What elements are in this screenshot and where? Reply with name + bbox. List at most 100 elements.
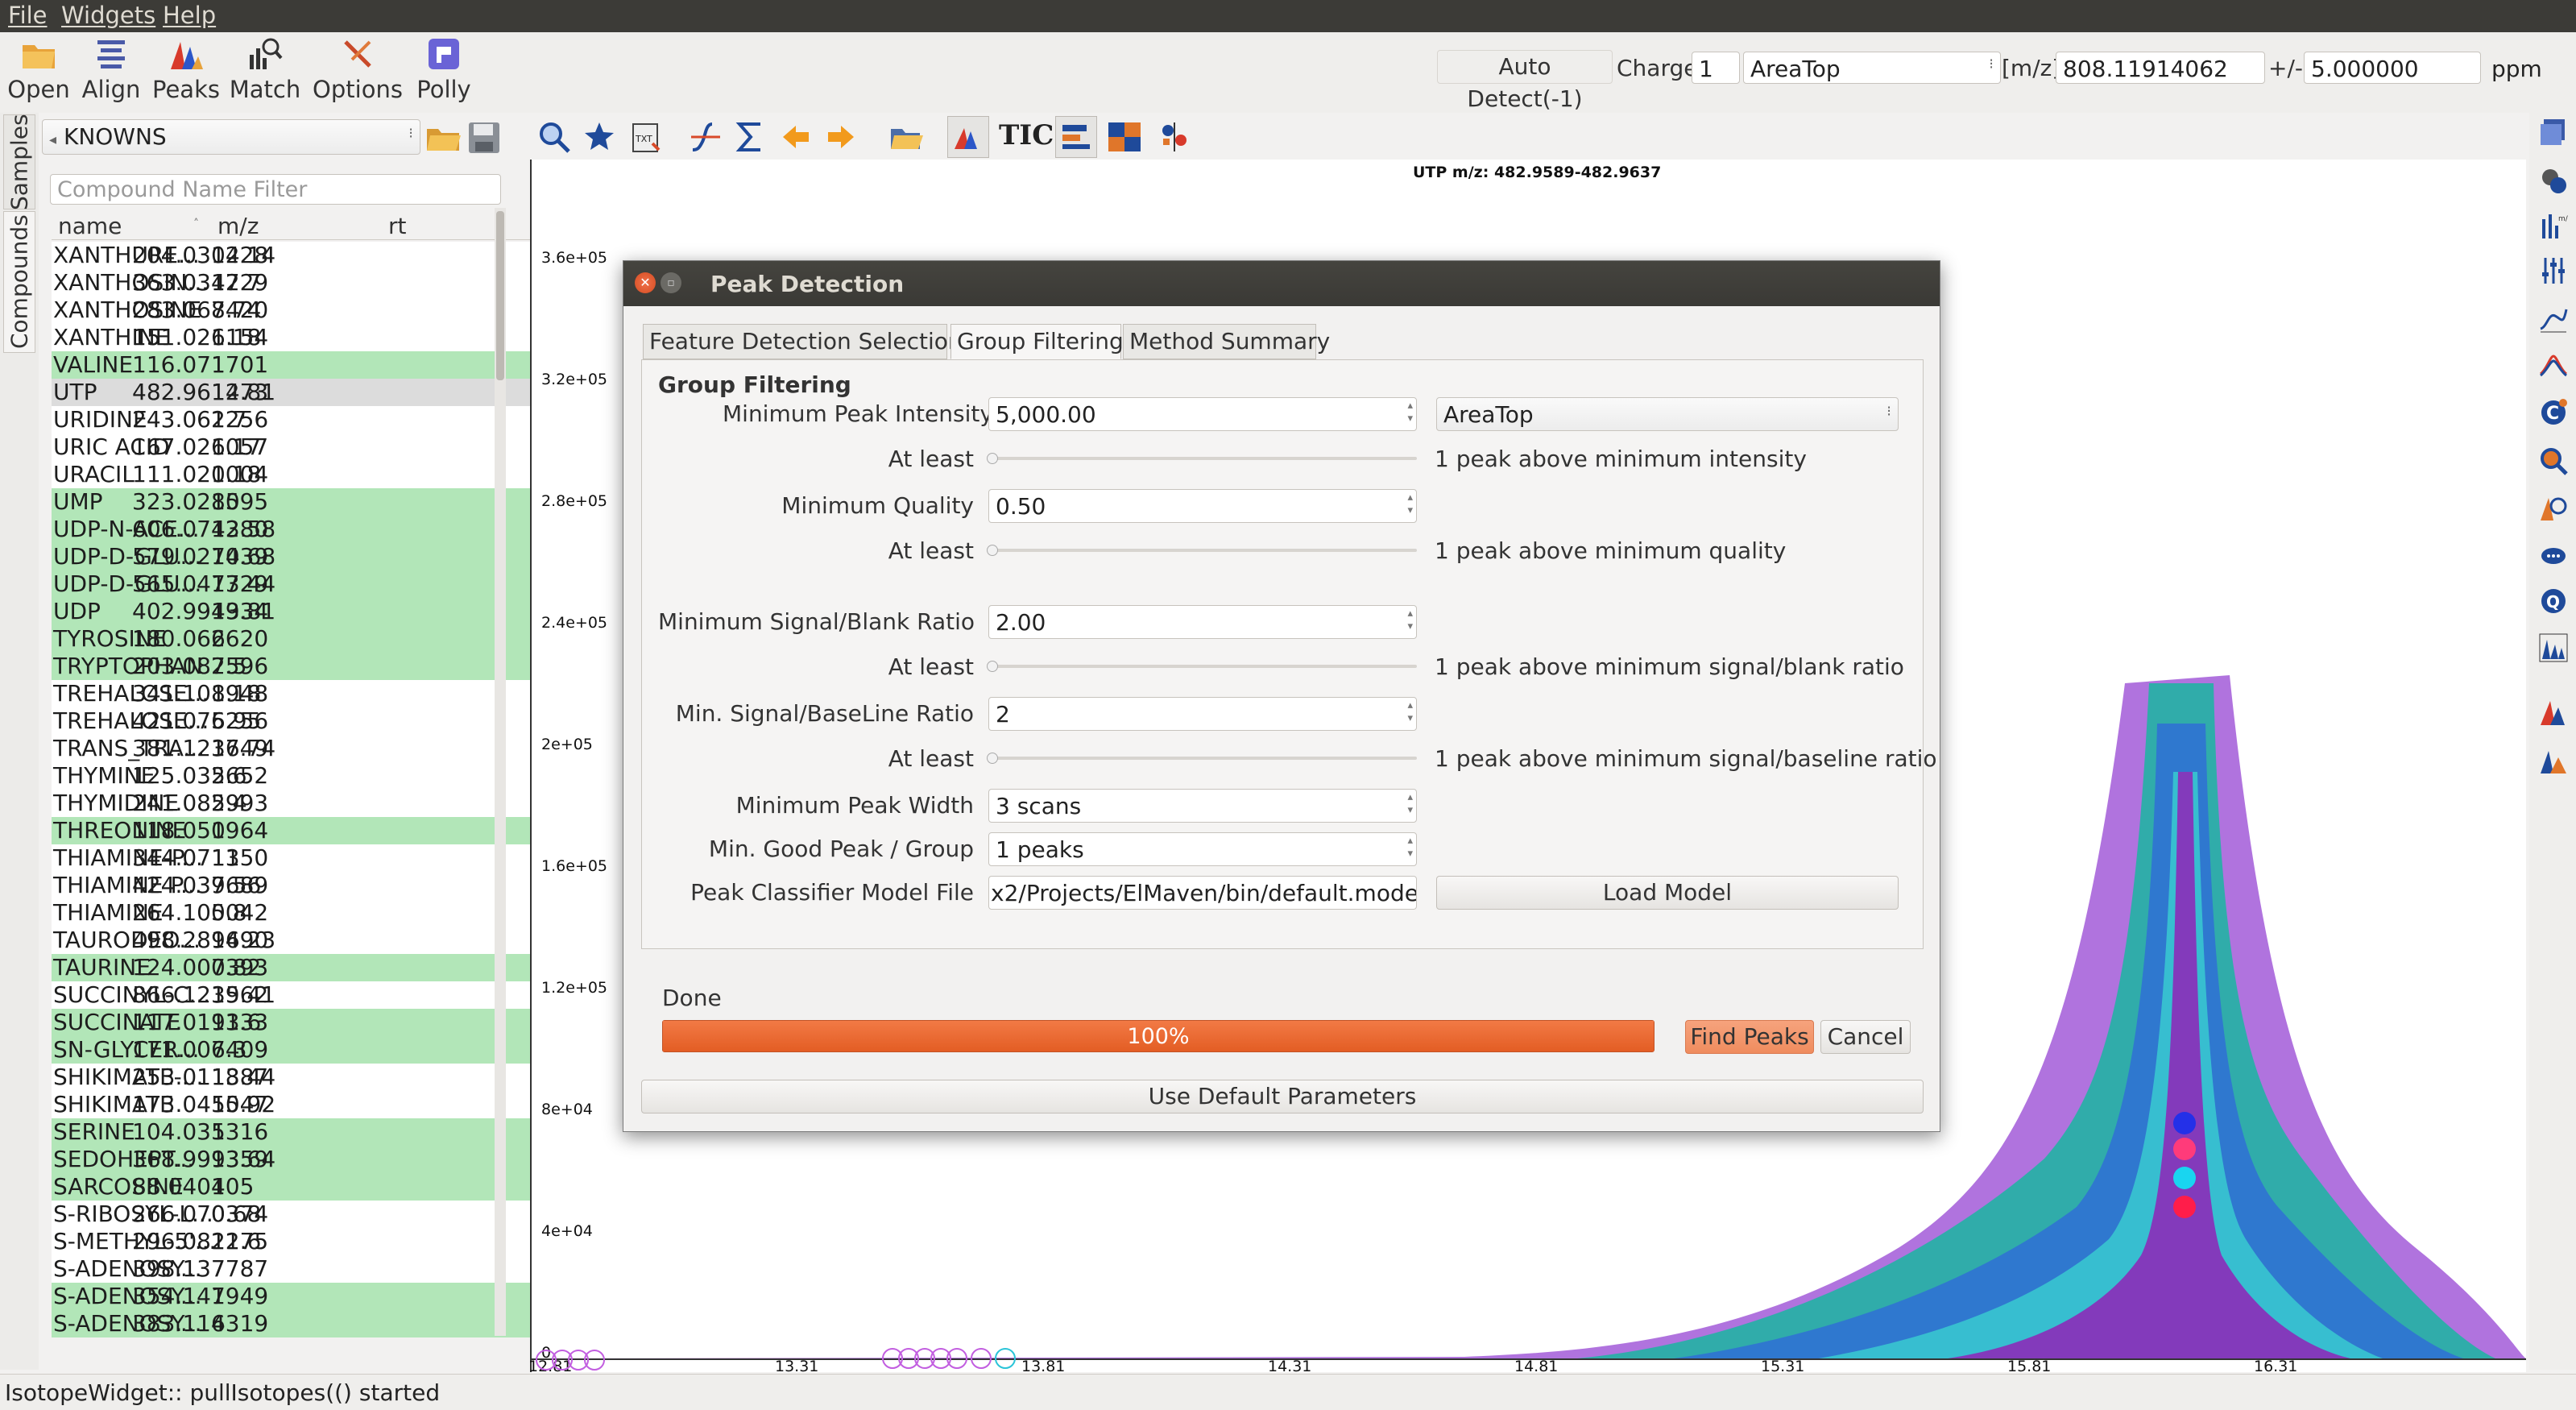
quality-slider[interactable] xyxy=(987,545,1417,556)
min-intensity-input[interactable]: 5,000.00 ▴ ▾ xyxy=(988,397,1417,431)
table-row[interactable]: URIC ACID 167.021057 6.17 xyxy=(52,433,532,461)
table-row[interactable]: UDP-N-ACE... 606.074280 13.58 xyxy=(52,516,532,543)
quant-type-select[interactable]: AreaTop ⁝ xyxy=(1743,52,2001,84)
tab-feature-detection[interactable]: Feature Detection Selection xyxy=(643,324,963,359)
gallery-icon[interactable] xyxy=(2539,166,2568,195)
isotope-peaks-icon[interactable] xyxy=(2539,633,2568,662)
bar-plot-toggle-button[interactable] xyxy=(1055,116,1097,158)
table-row[interactable]: UDP 402.994934 13.81 xyxy=(52,598,532,625)
table-row[interactable]: THYMINE 125.035652 2.6 xyxy=(52,762,532,790)
cancel-button[interactable]: Cancel xyxy=(1820,1020,1911,1054)
table-row[interactable]: XANTHOSINE 283.068420 7.74 xyxy=(52,297,532,324)
min-peak-width-input[interactable]: 3 scans ▴ ▾ xyxy=(988,789,1417,823)
table-row[interactable]: TAURINE 124.007393 0.82 xyxy=(52,954,532,981)
table-row[interactable]: URIDINE 243.062256 1.7 xyxy=(52,406,532,433)
quant-q-icon[interactable]: Q xyxy=(2539,587,2568,616)
table-row[interactable]: URACIL 111.020004 1.18 xyxy=(52,461,532,488)
open-file-icon[interactable] xyxy=(888,119,925,155)
mz-input[interactable]: 808.11914062 xyxy=(2056,52,2265,84)
chat-icon[interactable] xyxy=(2539,541,2568,570)
table-row[interactable]: SERINE 104.035316 1 xyxy=(52,1118,532,1146)
menu-widgets[interactable]: Widgets xyxy=(61,2,155,29)
table-row[interactable]: UDP-D-GLU... 565.047729 13.44 xyxy=(52,570,532,598)
menu-file[interactable]: File xyxy=(8,2,48,29)
use-defaults-button[interactable]: Use Default Parameters xyxy=(641,1080,1924,1113)
table-row[interactable]: THREONINE 118.050964 1 xyxy=(52,817,532,844)
compound-filter-input[interactable]: Compound Name Filter xyxy=(50,174,501,205)
tab-method-summary[interactable]: Method Summary xyxy=(1123,324,1330,359)
min-quality-input[interactable]: 0.50 ▴ ▾ xyxy=(988,489,1417,523)
column-rt[interactable]: rt xyxy=(388,213,407,239)
find-peaks-button[interactable]: Find Peaks xyxy=(1685,1020,1814,1054)
open-folder-icon[interactable] xyxy=(424,118,462,156)
table-row[interactable]: TRANS_TRA... 381.123749 16.74 xyxy=(52,735,532,762)
load-model-button[interactable]: Load Model xyxy=(1436,876,1899,910)
integrate-icon[interactable] xyxy=(688,119,723,155)
table-row[interactable]: SN-GLYCER... 171.006409 7.3 xyxy=(52,1036,532,1064)
match-button[interactable]: Match xyxy=(229,32,301,113)
slider-handle[interactable] xyxy=(987,545,998,556)
model-file-input[interactable]: x2/Projects/ElMaven/bin/default.model xyxy=(988,876,1417,910)
table-row[interactable]: TREHALOSE... 341.108948 1.18 xyxy=(52,680,532,707)
table-row[interactable]: S-ADENOSY... 398.137787 7 xyxy=(52,1255,532,1283)
table-row[interactable]: SUCCINYL-C... 866.123962 15.41 xyxy=(52,981,532,1009)
tab-samples[interactable]: Samples xyxy=(3,114,35,210)
signal-baseline-slider[interactable] xyxy=(987,753,1417,764)
table-row[interactable]: UMP 323.028595 10 xyxy=(52,488,532,516)
search-icon[interactable] xyxy=(2539,446,2568,475)
table-row[interactable]: TREHALOSE... 421.075256 6.95 xyxy=(52,707,532,735)
menu-help[interactable]: Help xyxy=(163,2,216,29)
peak-search-icon[interactable] xyxy=(2539,493,2568,522)
tab-compounds[interactable]: Compounds xyxy=(3,211,35,353)
table-row[interactable]: S-ADENOSY... 354.147949 1 xyxy=(52,1283,532,1310)
mass-spectra-icon[interactable]: m/z xyxy=(2539,211,2568,240)
column-name[interactable]: name xyxy=(58,213,122,239)
table-row[interactable]: SARCOSINE 88.040405 1 xyxy=(52,1173,532,1201)
database-select[interactable]: ◂ KNOWNS ⁝ xyxy=(42,119,420,155)
table-row[interactable]: THIAMINE P... 424.037689 9.56 xyxy=(52,872,532,899)
table-row[interactable]: TRYPTOPHAN 203.082596 7.5 xyxy=(52,653,532,680)
spectra-peaks-icon[interactable] xyxy=(2539,698,2568,727)
arrow-right-icon[interactable] xyxy=(825,121,857,153)
isotope-plot-icon[interactable] xyxy=(1157,119,1192,155)
tab-group-filtering[interactable]: Group Filtering xyxy=(950,324,1124,359)
sum-icon[interactable] xyxy=(733,119,768,155)
intensity-slider[interactable] xyxy=(987,453,1417,464)
table-row[interactable]: XANTHINE 151.026154 1.18 xyxy=(52,324,532,351)
minimize-icon[interactable]: ▫ xyxy=(661,272,681,293)
polly-button[interactable]: Polly xyxy=(408,32,480,113)
tolerance-unit-select[interactable]: ppm xyxy=(2484,52,2560,84)
zoom-icon[interactable] xyxy=(536,119,572,155)
table-row[interactable]: S-ADENOSY... 383.114319 6 xyxy=(52,1310,532,1337)
compound-table-scrollbar[interactable] xyxy=(495,208,506,1336)
table-row[interactable]: THYMIDINE 241.082993 5.4 xyxy=(52,790,532,817)
table-row[interactable]: XANTHOSIN... 363.034729 12.7 xyxy=(52,269,532,297)
peaks-small-icon[interactable] xyxy=(2539,746,2568,775)
save-icon[interactable] xyxy=(466,119,503,156)
stack-icon[interactable] xyxy=(2539,118,2568,147)
table-row[interactable]: SEDOHEPT... 368.999359 13.64 xyxy=(52,1146,532,1173)
sliders-icon[interactable] xyxy=(2539,256,2568,285)
table-row[interactable]: SHIKIMATE 173.045547 10.92 xyxy=(52,1091,532,1118)
table-row[interactable]: UTP 482.961273 14.81 xyxy=(52,379,532,406)
close-icon[interactable]: ✕ xyxy=(635,272,656,293)
table-row[interactable]: S-RIBOSYL-L... 266.070374 0.68 xyxy=(52,1201,532,1228)
signal-baseline-input[interactable]: 2 ▴ ▾ xyxy=(988,697,1417,731)
arrow-left-icon[interactable] xyxy=(780,121,812,153)
slider-handle[interactable] xyxy=(987,453,998,464)
signal-blank-input[interactable]: 2.00 ▴ ▾ xyxy=(988,605,1417,639)
intensity-type-select[interactable]: AreaTop ⁝ xyxy=(1436,397,1899,431)
heatmap-icon[interactable] xyxy=(1107,121,1142,153)
table-row[interactable]: TAURODEO... 498.289490 16.23 xyxy=(52,927,532,954)
bookmark-star-icon[interactable] xyxy=(582,119,617,155)
table-row[interactable]: SHIKIMATE-... 253.011887 13.44 xyxy=(52,1064,532,1091)
overlay-icon[interactable] xyxy=(2539,350,2568,379)
compound-c-icon[interactable]: C xyxy=(2539,398,2568,427)
table-row[interactable]: UDP-D-GLU... 579.027039 14.68 xyxy=(52,543,532,570)
table-row[interactable]: SUCCINATE 117.019333 11.6 xyxy=(52,1009,532,1036)
line-chart-icon[interactable] xyxy=(2539,305,2568,334)
tolerance-input[interactable]: 5.000000 xyxy=(2304,52,2481,84)
table-row[interactable]: THIAMINE 264.105042 0.8 xyxy=(52,899,532,927)
slider-handle[interactable] xyxy=(987,753,998,764)
scrollbar-thumb[interactable] xyxy=(496,211,504,380)
